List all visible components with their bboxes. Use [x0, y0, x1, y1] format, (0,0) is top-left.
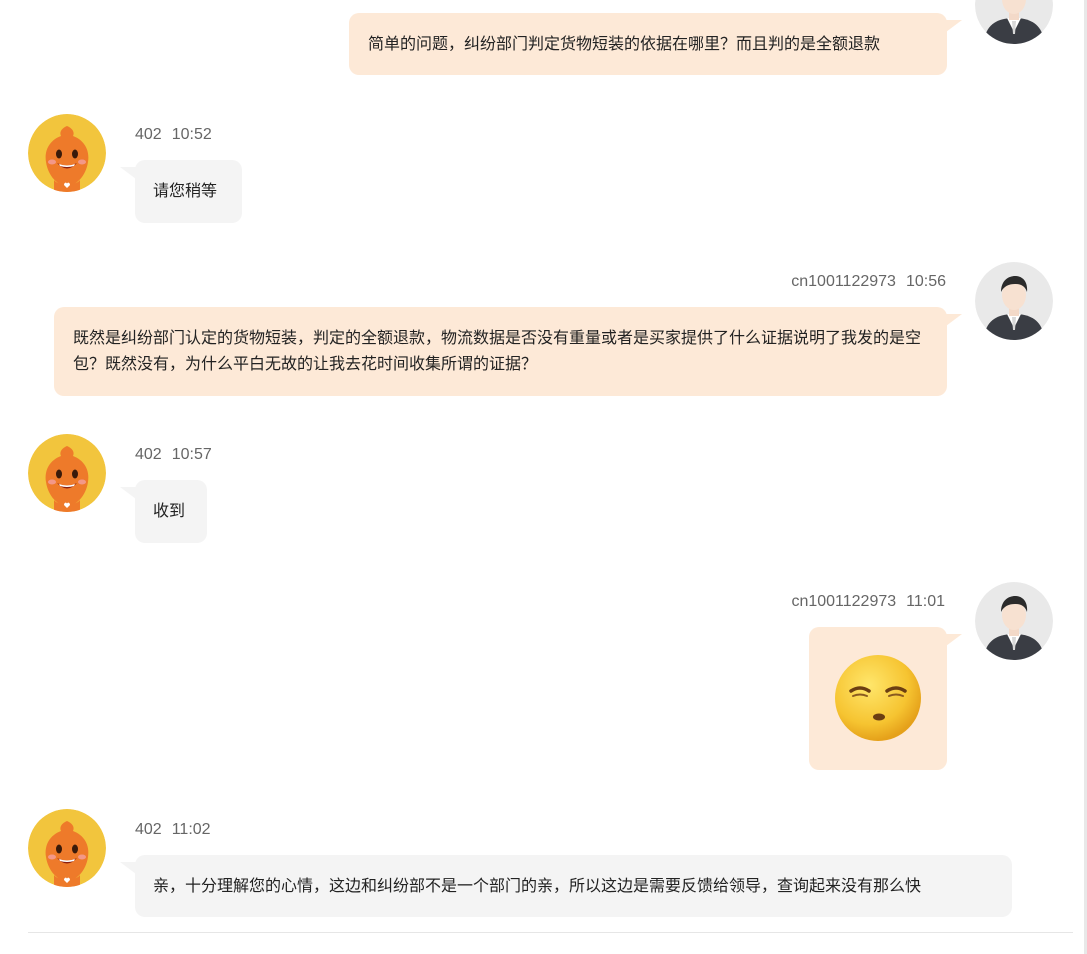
message-bubble: 简单的问题，纠纷部门判定货物短装的依据在哪里？而且判的是全额退款	[349, 13, 947, 75]
message-meta: cn1001122973 11:01	[791, 593, 945, 611]
bubble-tail	[946, 634, 962, 646]
bubble-tail	[120, 862, 136, 874]
bubble-tail	[120, 167, 136, 179]
message-bubble: 请您稍等	[135, 160, 242, 223]
sender-name: 402	[135, 446, 162, 463]
bubble-tail	[946, 314, 962, 326]
message-time: 10:56	[905, 273, 946, 290]
bubble-tail	[120, 487, 136, 499]
emoji-bubble	[809, 627, 947, 770]
message-time: 11:02	[171, 821, 211, 838]
message-meta: 402 10:52	[135, 126, 212, 144]
bubble-tail	[946, 20, 962, 32]
sender-name: cn1001122973	[791, 593, 897, 610]
message-bubble: 亲，十分理解您的心情，这边和纠纷部不是一个部门的亲，所以这边是需要反馈给领导，查…	[135, 855, 1012, 917]
message-time: 10:52	[171, 126, 212, 143]
user-avatar-icon[interactable]	[975, 262, 1053, 340]
agent-avatar-icon[interactable]	[28, 434, 106, 512]
message-meta: cn1001122973 10:56	[791, 273, 946, 291]
message-time: 10:57	[171, 446, 212, 463]
sender-name: cn1001122973	[791, 273, 896, 290]
agent-avatar-icon[interactable]	[28, 809, 106, 887]
message-meta: 402 10:57	[135, 446, 212, 464]
sender-name: 402	[135, 126, 162, 143]
sleepy-face-emoji-icon	[835, 655, 921, 741]
divider	[28, 932, 1073, 933]
message-meta: 402 11:02	[135, 821, 211, 839]
sender-name: 402	[135, 821, 162, 838]
message-bubble: 既然是纠纷部门认定的货物短装，判定的全额退款，物流数据是否没有重量或者是买家提供…	[54, 307, 947, 396]
user-avatar-icon[interactable]	[975, 582, 1053, 660]
agent-avatar-icon[interactable]	[28, 114, 106, 192]
message-time: 11:01	[906, 593, 945, 610]
message-bubble: 收到	[135, 480, 207, 543]
user-avatar-icon[interactable]	[975, 0, 1053, 44]
